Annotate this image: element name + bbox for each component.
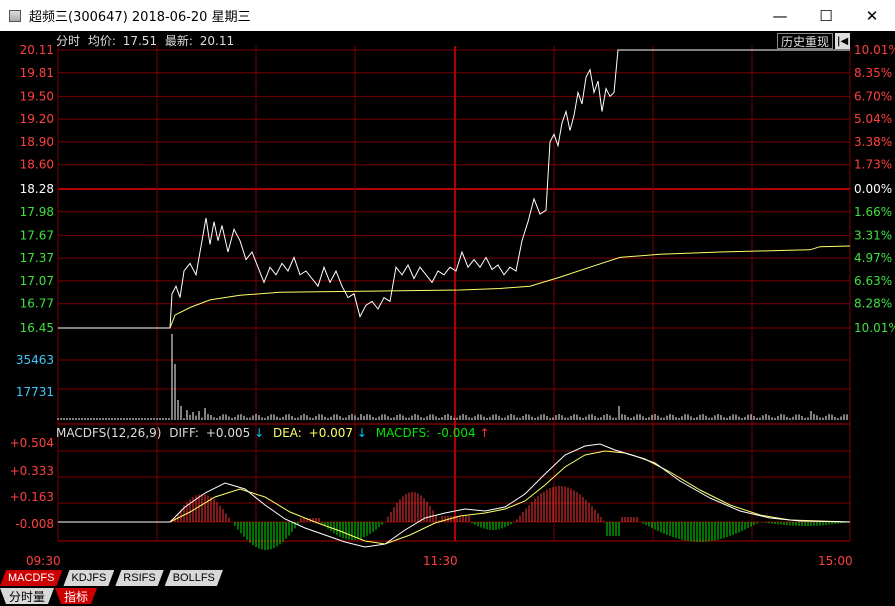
percent-tick-label: 10.01% bbox=[854, 321, 895, 335]
price-tick-label: 16.45 bbox=[20, 321, 54, 335]
price-tick-label: 18.60 bbox=[20, 158, 54, 172]
svg-text:分时 均价: 17.51: 分时 均价: 17.51 最新: 20.11 bbox=[56, 33, 234, 48]
percent-tick-label: 10.01% bbox=[854, 43, 895, 57]
macd-value: -0.004 bbox=[437, 426, 476, 440]
indicator-tabs: MACDFS KDJFS RSIFS BOLLFS bbox=[0, 570, 895, 587]
price-tick-label: 17.07 bbox=[20, 274, 54, 288]
percent-tick-label: 8.28% bbox=[854, 297, 892, 311]
window-controls: — ☐ ✕ bbox=[757, 0, 895, 31]
time-label-midday: 11:30 bbox=[423, 554, 458, 568]
price-tick-label: 16.77 bbox=[20, 297, 54, 311]
volume-bars bbox=[57, 334, 848, 420]
diff-arrow-icon: ↓ bbox=[254, 426, 264, 440]
macd-tick-label: -0.008 bbox=[15, 517, 54, 531]
percent-tick-label: 1.66% bbox=[854, 205, 892, 219]
macd-tick-label: +0.504 bbox=[10, 436, 54, 450]
macd-arrow-icon: ↑ bbox=[479, 426, 489, 440]
percent-tick-label: 6.70% bbox=[854, 89, 892, 103]
percent-tick-label: 5.04% bbox=[854, 112, 892, 126]
chart-area[interactable]: 分时 均价: 17.51 最新: 20.11 20.11 19.81 19.50 19… bbox=[0, 31, 895, 569]
time-label-open: 09:30 bbox=[26, 554, 61, 568]
window-title: 超频三(300647) 2018-06-20 星期三 bbox=[29, 10, 251, 25]
tab-volume[interactable]: 分时量 bbox=[0, 588, 54, 604]
svg-text:MACDFS(12,26,9) DIFF:: MACDFS(12,26,9) DIFF: +0.005 ↓ DEA: +0.0… bbox=[56, 426, 490, 440]
price-tick-label: 17.67 bbox=[20, 228, 54, 242]
price-axis-left: 20.11 19.81 19.50 19.20 18.90 18.60 18.28 17.98… bbox=[20, 43, 54, 335]
tab-indicator[interactable]: 指标 bbox=[55, 588, 97, 604]
price-tick-label: 17.37 bbox=[20, 251, 54, 265]
percent-axis-right: 10.01% 8.35% 6.70% 5.04% 3.38% 1.73% 0.00% 1.66… bbox=[854, 43, 895, 335]
maximize-button[interactable]: ☐ bbox=[803, 0, 849, 31]
bottom-tabs: 分时量 指标 bbox=[0, 588, 895, 606]
macd-tick-label: +0.333 bbox=[10, 464, 54, 478]
price-tick-label: 18.90 bbox=[20, 135, 54, 149]
avg-label: 均价: bbox=[88, 34, 116, 48]
price-tick-label: 17.98 bbox=[20, 205, 54, 219]
volume-axis: 35463 17731 bbox=[16, 353, 54, 399]
price-tick-label: 18.28 bbox=[20, 182, 54, 196]
tab-kdjfs[interactable]: KDJFS bbox=[63, 570, 114, 586]
price-tick-label: 19.50 bbox=[20, 89, 54, 103]
close-button[interactable]: ✕ bbox=[849, 0, 895, 31]
history-replay-button[interactable]: 历史重现 bbox=[777, 33, 833, 49]
macd-tick-label: +0.163 bbox=[10, 490, 54, 504]
percent-tick-label: 3.31% bbox=[854, 228, 892, 242]
diff-label: DIFF: bbox=[169, 426, 199, 440]
time-label-close: 15:00 bbox=[818, 554, 853, 568]
last-label: 最新: bbox=[165, 33, 193, 48]
avg-value: 17.51 bbox=[123, 34, 157, 48]
diff-value: +0.005 bbox=[206, 426, 250, 440]
percent-tick-label: 1.73% bbox=[854, 158, 892, 172]
price-tick-label: 19.20 bbox=[20, 112, 54, 126]
app-icon bbox=[9, 9, 21, 22]
intraday-chart[interactable]: 分时 均价: 17.51 最新: 20.11 20.11 19.81 19.50 19… bbox=[0, 31, 895, 569]
percent-tick-label: 8.35% bbox=[854, 66, 892, 80]
percent-tick-label: 3.38% bbox=[854, 135, 892, 149]
chart-grid bbox=[57, 46, 851, 542]
dea-label: DEA: bbox=[273, 426, 302, 440]
minimize-button[interactable]: — bbox=[757, 0, 803, 31]
chart-label: 分时 bbox=[56, 34, 80, 48]
percent-tick-label: 0.00% bbox=[854, 182, 892, 196]
history-arrow-icon[interactable]: |◀ bbox=[835, 33, 850, 49]
percent-tick-label: 6.63% bbox=[854, 274, 892, 288]
macd-axis: +0.504 +0.333 +0.163 -0.008 bbox=[10, 436, 54, 531]
dea-value: +0.007 bbox=[309, 426, 353, 440]
tab-bollfs[interactable]: BOLLFS bbox=[165, 570, 223, 586]
window-titlebar: 超频三(300647) 2018-06-20 星期三 — ☐ ✕ bbox=[0, 0, 895, 31]
dea-arrow-icon: ↓ bbox=[357, 426, 367, 440]
percent-tick-label: 4.97% bbox=[854, 251, 892, 265]
volume-tick-label: 35463 bbox=[16, 353, 54, 367]
tab-macdfs[interactable]: MACDFS bbox=[0, 570, 62, 586]
last-value: 20.11 bbox=[200, 34, 234, 48]
macd-histogram bbox=[174, 486, 848, 550]
volume-tick-label: 17731 bbox=[16, 385, 54, 399]
macd-title: MACDFS(12,26,9) bbox=[56, 426, 161, 440]
macd-label: MACDFS: bbox=[376, 426, 430, 440]
price-tick-label: 19.81 bbox=[20, 66, 54, 80]
price-tick-label: 20.11 bbox=[20, 43, 54, 57]
tab-rsifs[interactable]: RSIFS bbox=[115, 570, 163, 586]
